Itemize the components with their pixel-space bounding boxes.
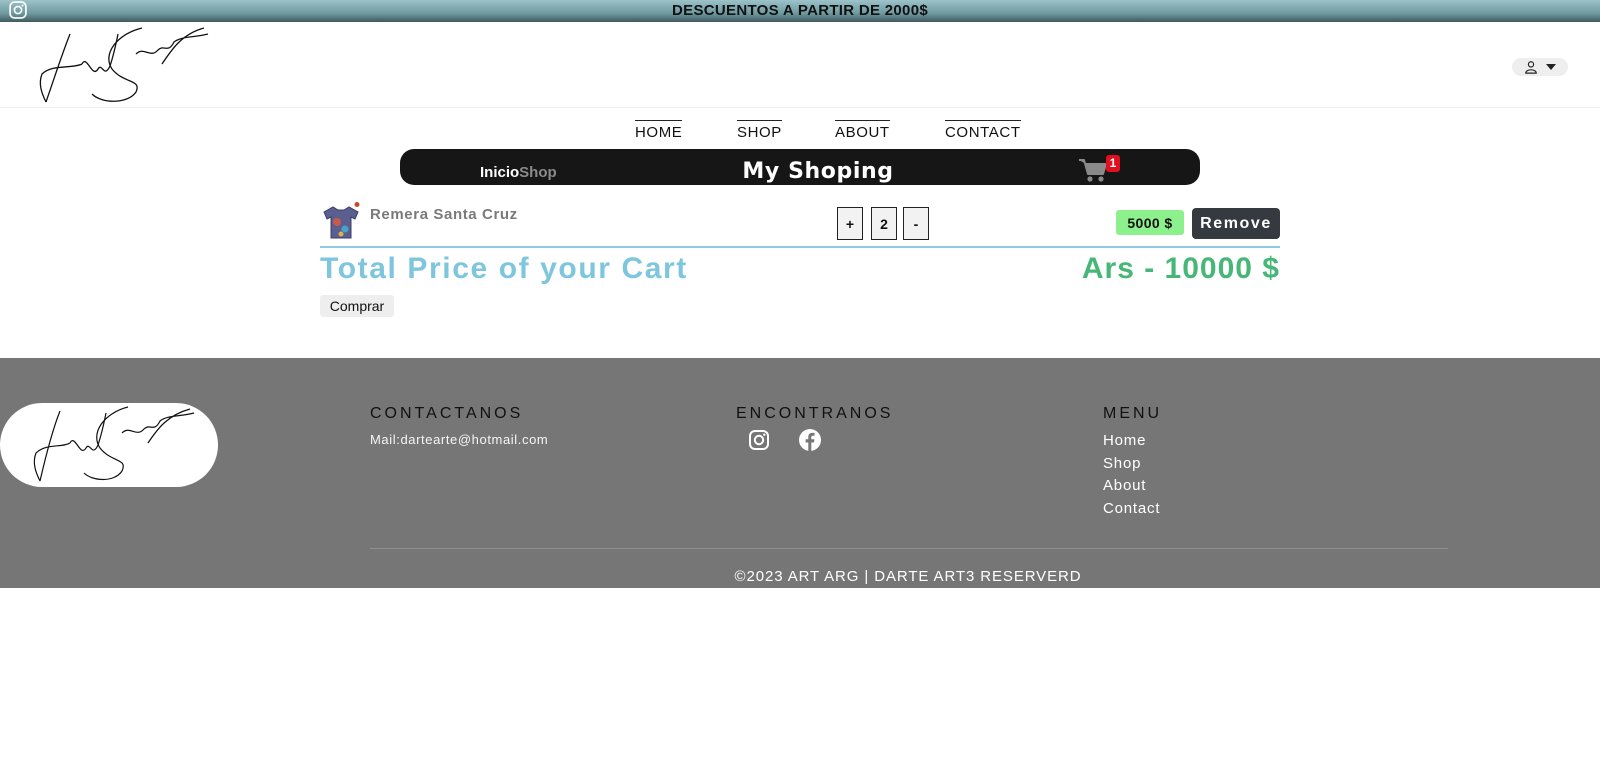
- cart-item-row: Remera Santa Cruz + 2 - 5000 $ Remove: [320, 200, 1280, 248]
- contact-title: CONTACTANOS: [370, 405, 524, 422]
- item-price-badge: 5000 $: [1116, 210, 1184, 235]
- cart-count-badge: 1: [1106, 155, 1120, 172]
- footer-link-home[interactable]: Home: [1103, 432, 1146, 449]
- promo-text: DESCUENTOS A PARTIR DE 2000$: [672, 2, 928, 19]
- cart-item-name[interactable]: Remera Santa Cruz: [370, 206, 518, 223]
- footer-divider: [370, 548, 1448, 549]
- shop-header-bar: InicioShop My Shoping 1: [400, 149, 1200, 185]
- instagram-icon[interactable]: [747, 428, 771, 452]
- menu-title: MENU: [1103, 405, 1163, 422]
- user-icon: [1525, 61, 1537, 74]
- buy-button[interactable]: Comprar: [320, 295, 394, 317]
- nav-contact[interactable]: CONTACT: [945, 120, 1021, 141]
- footer-link-shop[interactable]: Shop: [1103, 455, 1141, 472]
- footer-link-about[interactable]: About: [1103, 477, 1146, 494]
- site-footer: CONTACTANOS Mail:dartearte@hotmail.com E…: [0, 358, 1600, 588]
- contact-email[interactable]: Mail:dartearte@hotmail.com: [370, 432, 548, 447]
- main-nav: HOME SHOP ABOUT CONTACT: [0, 120, 1600, 144]
- nav-home[interactable]: HOME: [635, 120, 683, 141]
- total-price-value: Ars - 10000 $: [1081, 252, 1280, 285]
- increase-quantity-button[interactable]: +: [837, 207, 863, 240]
- user-menu-button[interactable]: [1512, 58, 1568, 76]
- cart-icon[interactable]: [1078, 157, 1108, 183]
- nav-about[interactable]: ABOUT: [835, 120, 890, 141]
- remove-item-button[interactable]: Remove: [1192, 208, 1280, 239]
- signature-logo[interactable]: [32, 24, 212, 108]
- footer-link-contact[interactable]: Contact: [1103, 500, 1160, 517]
- promo-bar: DESCUENTOS A PARTIR DE 2000$: [0, 0, 1600, 22]
- signature-logo: [33, 406, 195, 482]
- nav-shop[interactable]: SHOP: [737, 120, 782, 141]
- chevron-down-icon: [1546, 64, 1556, 70]
- decrease-quantity-button[interactable]: -: [903, 207, 929, 240]
- footer-logo[interactable]: [0, 403, 218, 487]
- find-us-title: ENCONTRANOS: [736, 405, 894, 422]
- copyright-text: ©2023 ART ARG | DARTE ART3 RESERVERD: [734, 568, 1082, 585]
- quantity-value: 2: [871, 207, 897, 240]
- product-thumbnail: [323, 202, 360, 239]
- site-header: [0, 22, 1600, 108]
- total-price-label: Total Price of your Cart: [320, 252, 688, 285]
- facebook-icon[interactable]: [798, 428, 822, 452]
